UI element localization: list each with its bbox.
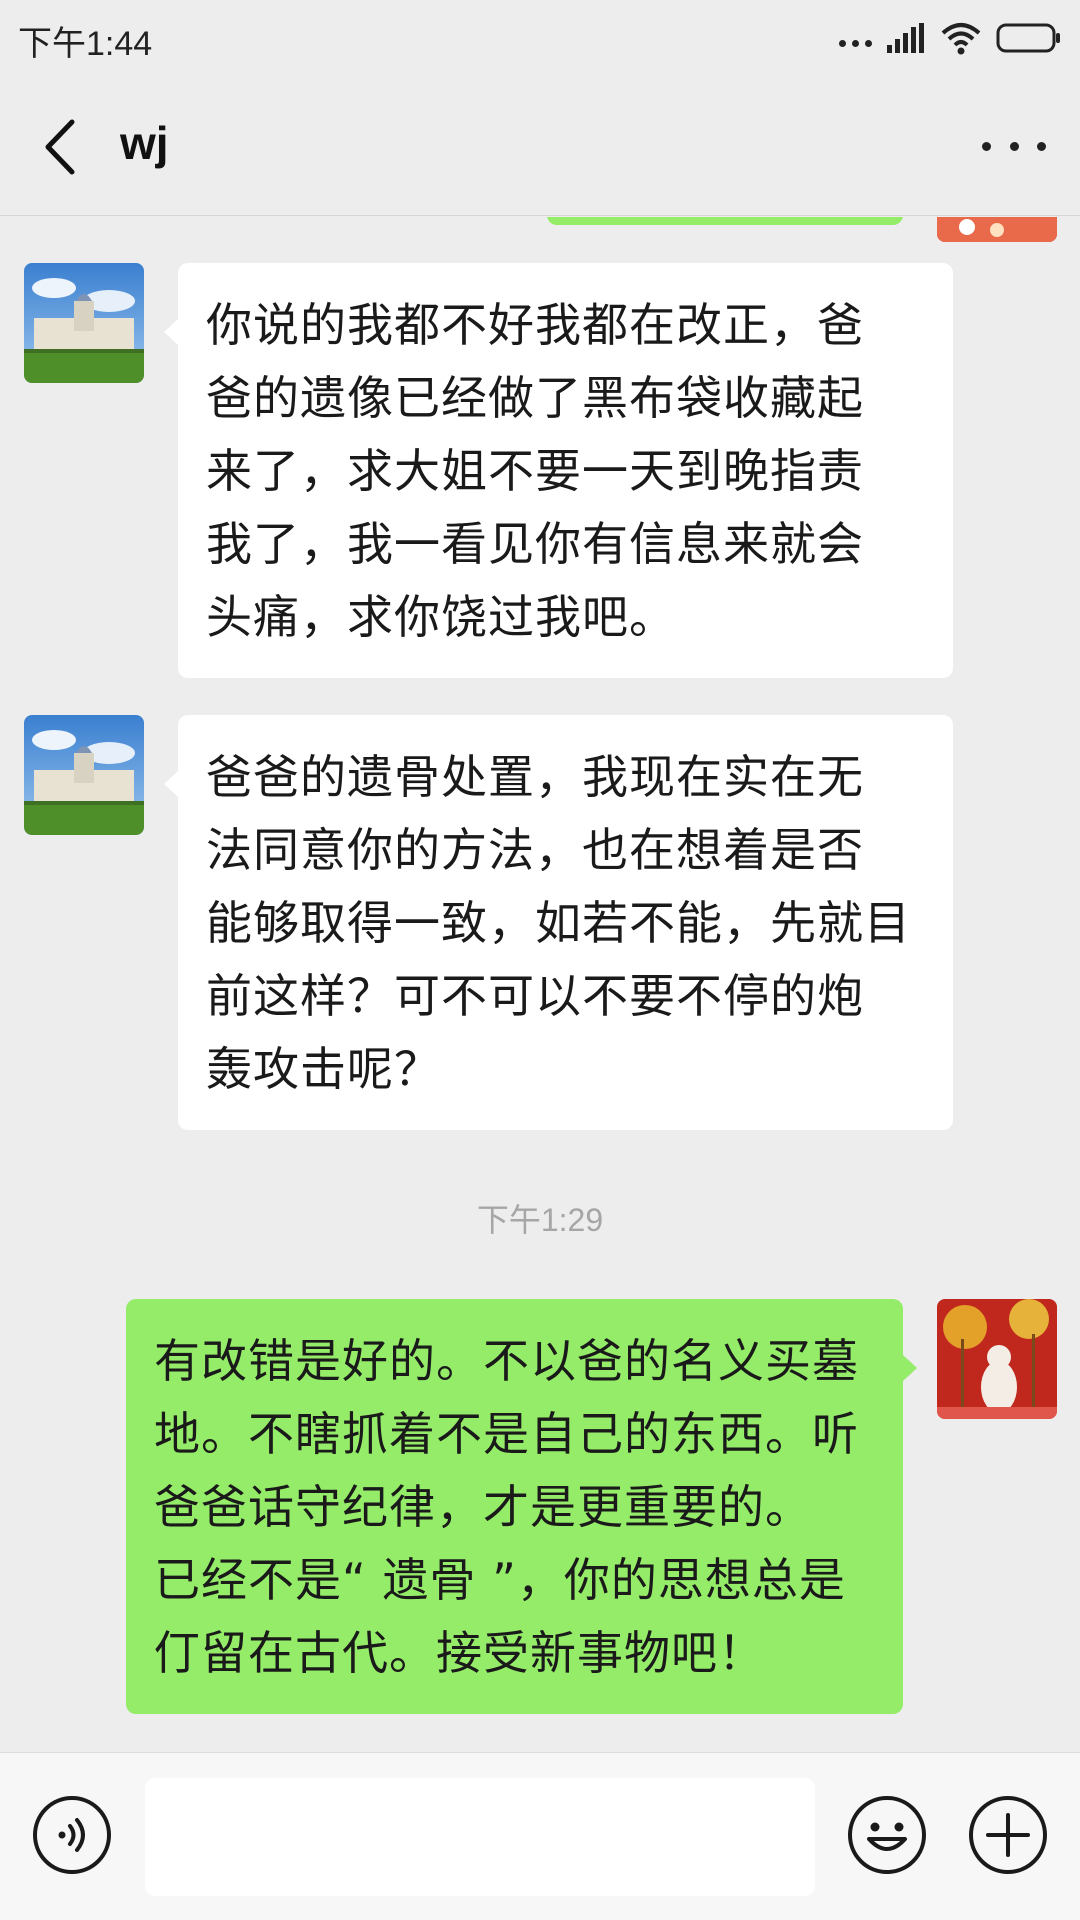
message-line: 法同意你的方法，也在想着是否 (206, 823, 864, 877)
input-bar (0, 1752, 1080, 1920)
more-horizontal-icon (982, 141, 991, 151)
back-button[interactable] (34, 112, 94, 182)
message-line: 来了，求大姐不要一天到晚指责 (206, 444, 864, 498)
voice-button[interactable] (32, 1795, 112, 1875)
chat-header: wj (0, 76, 1080, 216)
message-line: 头痛，求你饶过我吧。 (206, 590, 676, 644)
wifi-icon (941, 23, 981, 55)
message-line: 爸的遗像已经做了黑布袋收藏起 (206, 371, 864, 425)
message-timestamp: 下午1:29 (476, 1202, 604, 1238)
more-functions-button[interactable] (968, 1795, 1048, 1875)
message-line: 你说的我都不好我都在改正，爸 (206, 298, 864, 352)
battery-icon (996, 23, 1060, 53)
message-line: 爸爸的遗骨处置，我现在实在无 (206, 750, 864, 804)
message-bubble-outgoing[interactable]: 有改错是好的。不以爸的名义买墓 地。不瞎抓着不是自己的东西。听 爸爸话守纪律，才… (126, 1299, 903, 1714)
status-icons (839, 18, 1062, 58)
message-line: 已经不是“ 遗骨 ”，你的思想总是 (154, 1553, 846, 1607)
message-line: 轰攻击呢？ (206, 1042, 441, 1096)
chevron-left-icon (45, 119, 75, 175)
message-input[interactable] (145, 1778, 815, 1896)
more-options-button[interactable] (982, 136, 1046, 156)
contact-avatar[interactable] (24, 715, 144, 835)
status-time: 下午1:44 (18, 25, 153, 63)
bubble-tail (164, 771, 178, 797)
signal-icon (887, 23, 924, 53)
more-dots-icon (839, 23, 872, 53)
chat-messages[interactable]: 你说的我都不好我都在改正，爸 爸的遗像已经做了黑布袋收藏起 来了，求大姐不要一天… (0, 217, 1080, 1752)
my-avatar-partial[interactable] (937, 217, 1057, 242)
message-bubble-incoming[interactable]: 你说的我都不好我都在改正，爸 爸的遗像已经做了黑布袋收藏起 来了，求大姐不要一天… (178, 263, 953, 678)
contact-avatar[interactable] (24, 263, 144, 383)
status-bar: 下午1:44 (0, 0, 1080, 76)
message-line: 能够取得一致，如若不能，先就目 (206, 896, 911, 950)
previous-message-bubble[interactable] (547, 217, 903, 225)
bubble-tail (903, 1355, 917, 1381)
message-line: 仃留在古代。接受新事物吧！ (154, 1626, 765, 1680)
emoji-icon (848, 1796, 926, 1874)
emoji-button[interactable] (847, 1795, 927, 1875)
my-avatar[interactable] (937, 1299, 1057, 1419)
message-line: 前这样？可不可以不要不停的炮 (206, 969, 864, 1023)
bubble-tail (164, 319, 178, 345)
message-bubble-incoming[interactable]: 爸爸的遗骨处置，我现在实在无 法同意你的方法，也在想着是否 能够取得一致，如若不… (178, 715, 953, 1130)
plus-icon (969, 1796, 1047, 1874)
chat-title: wj (120, 117, 169, 169)
message-line: 有改错是好的。不以爸的名义买墓 (154, 1334, 859, 1388)
message-line: 地。不瞎抓着不是自己的东西。听 (154, 1407, 859, 1461)
voice-icon (33, 1796, 111, 1874)
message-line: 我了，我一看见你有信息来就会 (206, 517, 864, 571)
message-line: 爸爸话守纪律，才是更重要的。 (154, 1480, 812, 1534)
